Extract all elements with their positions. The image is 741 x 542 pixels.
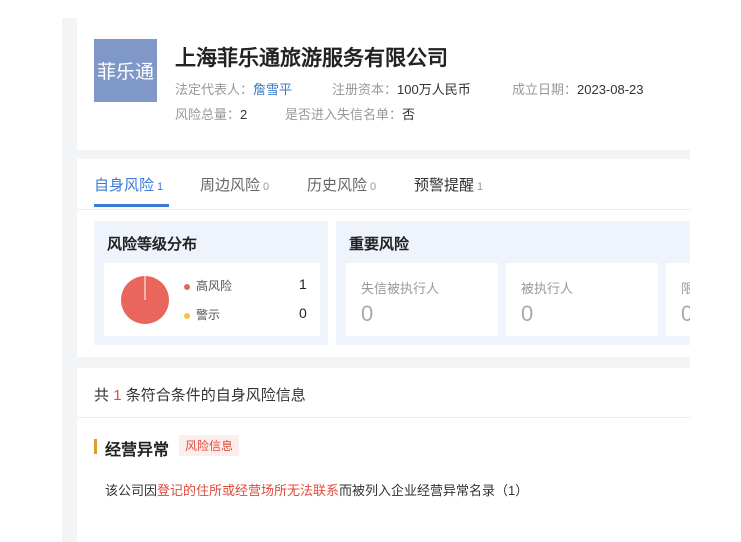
- risk-total: 风险总量：2: [175, 107, 248, 122]
- dishonest-executee-box[interactable]: 失信被执行人 0: [346, 263, 498, 336]
- distribution-title: 风险等级分布: [107, 236, 198, 253]
- executee-box[interactable]: 被执行人 0: [506, 263, 658, 336]
- company-header: 菲乐通 上海菲乐通旅游服务有限公司 法定代表人：詹雪平 注册资本：100万人民币…: [77, 18, 690, 150]
- tab-surrounding-risk[interactable]: 周边风险 0: [200, 174, 269, 195]
- active-tab-indicator: [94, 204, 169, 207]
- risk-level-distribution-card: 风险等级分布 高风险 1 警示 0: [94, 221, 328, 345]
- tab-history-risk[interactable]: 历史风险 0: [307, 174, 376, 195]
- risk-description: 该公司因登记的住所或经营场所无法联系而被列入企业经营异常名录（1）: [105, 483, 529, 498]
- section-title: 经营异常: [105, 442, 170, 459]
- risk-overview-panel: 自身风险 1 周边风险 0 历史风险 0 预警提醒 1 风险等级分布 高风险 1…: [77, 159, 690, 357]
- founded-date: 成立日期：2023-08-23: [512, 82, 644, 97]
- tab-warning-alerts[interactable]: 预警提醒 1: [414, 174, 483, 195]
- important-risk-card: 重要风险 失信被执行人 0 被执行人 0 限 0: [336, 221, 690, 345]
- legend-warning: 警示: [184, 306, 220, 323]
- risk-page: 菲乐通 上海菲乐通旅游服务有限公司 法定代表人：詹雪平 注册资本：100万人民币…: [62, 18, 690, 542]
- risk-tabs: 自身风险 1 周边风险 0 历史风险 0 预警提醒 1: [77, 159, 690, 210]
- legal-rep: 法定代表人：詹雪平: [175, 82, 293, 97]
- legend-high-risk: 高风险: [184, 277, 232, 294]
- section-marker: [94, 439, 97, 454]
- high-risk-count: 1: [299, 276, 307, 292]
- risk-pie-chart: [121, 276, 169, 324]
- important-risk-title: 重要风险: [349, 236, 410, 253]
- risk-info-tag: 风险信息: [179, 435, 240, 456]
- restricted-box[interactable]: 限 0: [666, 263, 690, 336]
- divider: [77, 417, 690, 418]
- legend-dot-high: [184, 283, 190, 290]
- registered-capital: 注册资本：100万人民币: [332, 82, 471, 97]
- result-count: 共 1 条符合条件的自身风险信息: [94, 387, 306, 404]
- risk-list-panel: 共 1 条符合条件的自身风险信息 经营异常 风险信息 该公司因登记的住所或经营场…: [77, 368, 690, 542]
- company-name: 上海菲乐通旅游服务有限公司: [175, 47, 448, 70]
- legal-rep-link[interactable]: 詹雪平: [253, 82, 292, 97]
- company-logo: 菲乐通: [94, 39, 157, 102]
- legend-dot-warning: [184, 312, 190, 319]
- dishonest-list: 是否进入失信名单：否: [285, 107, 416, 122]
- abnormal-reason-link[interactable]: 登记的住所或经营场所无法联系: [157, 483, 339, 498]
- warning-count: 0: [299, 305, 307, 321]
- tab-self-risk[interactable]: 自身风险 1: [94, 174, 163, 195]
- distribution-body: 高风险 1 警示 0: [104, 263, 320, 336]
